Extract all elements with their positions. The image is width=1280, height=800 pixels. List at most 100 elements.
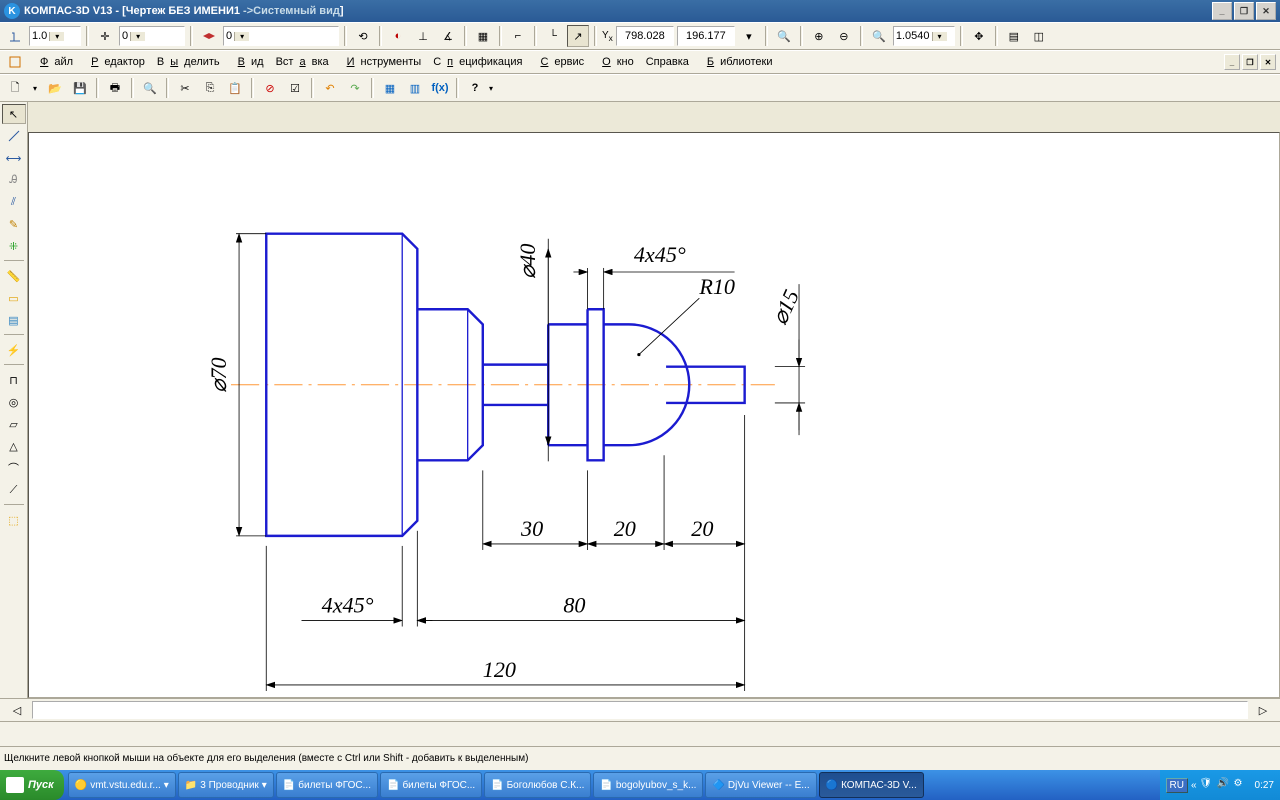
print-icon[interactable]: 🖶 bbox=[104, 77, 126, 99]
vt-text-icon[interactable]: Ꭿ bbox=[2, 170, 26, 190]
task-item[interactable]: 📄bogolyubov_s_k... bbox=[593, 772, 703, 798]
vt-ruler-icon[interactable]: 📏 bbox=[2, 266, 26, 286]
vt-g5-icon[interactable]: ⌒ bbox=[2, 458, 26, 478]
vt-g2-icon[interactable]: ◎ bbox=[2, 392, 26, 412]
tray-expand-icon[interactable]: « bbox=[1191, 780, 1197, 791]
vt-hatch-icon[interactable]: ⫽ bbox=[2, 192, 26, 212]
menu-tools[interactable]: Инструменты bbox=[335, 54, 428, 70]
layer-input[interactable]: 0▾ bbox=[223, 26, 339, 46]
standard-toolbar: 🗋▾ 📂 💾 🖶 🔍 ✂ ⎘ 📋 ⊘ ☑ ↶ ↷ ▦ ▥ f(x) ?▾ bbox=[0, 74, 1280, 102]
vt-g3-icon[interactable]: ▱ bbox=[2, 414, 26, 434]
mdi-min-button[interactable]: _ bbox=[1224, 54, 1240, 70]
help-icon[interactable]: ? bbox=[464, 77, 486, 99]
speed-max-icon[interactable]: ▷ bbox=[1252, 699, 1274, 721]
tray-icon[interactable]: 🛡 bbox=[1200, 778, 1214, 792]
vt-break-icon[interactable]: ⚡ bbox=[2, 340, 26, 360]
cut-icon[interactable]: ✂ bbox=[174, 77, 196, 99]
round-icon[interactable]: ↗ bbox=[567, 25, 589, 47]
cancel-icon[interactable]: ⊘ bbox=[259, 77, 281, 99]
start-button[interactable]: Пуск bbox=[0, 770, 64, 800]
fx-icon[interactable]: f(x) bbox=[429, 77, 451, 99]
minimize-button[interactable]: _ bbox=[1212, 2, 1232, 20]
mode1-icon[interactable]: ⟲ bbox=[352, 25, 374, 47]
vt-sheet-icon[interactable]: ▭ bbox=[2, 288, 26, 308]
vt-edit-icon[interactable]: ✎ bbox=[2, 214, 26, 234]
views-icon[interactable]: ▤ bbox=[1003, 25, 1025, 47]
menu-help[interactable]: Справка bbox=[640, 54, 695, 70]
redo-icon[interactable]: ↷ bbox=[344, 77, 366, 99]
y-readout[interactable]: 196.177 bbox=[677, 26, 735, 46]
save-icon[interactable]: 💾 bbox=[69, 77, 91, 99]
vt-g1-icon[interactable]: ⊓ bbox=[2, 370, 26, 390]
zoom-input[interactable]: 1.0540▾ bbox=[893, 26, 955, 46]
zoom-in-icon[interactable]: ⊕ bbox=[808, 25, 830, 47]
preview-icon[interactable]: 🔍 bbox=[139, 77, 161, 99]
lib1-icon[interactable]: ▦ bbox=[379, 77, 401, 99]
menu-libs[interactable]: Библиотеки bbox=[695, 54, 779, 70]
zoom-region-icon[interactable]: 🔍 bbox=[868, 25, 890, 47]
open-icon[interactable]: 📂 bbox=[44, 77, 66, 99]
angle-icon[interactable]: ∡ bbox=[437, 25, 459, 47]
step-icon[interactable] bbox=[4, 25, 26, 47]
task-item[interactable]: 📄билеты ФГОС... bbox=[380, 772, 482, 798]
dim-30: 30 bbox=[520, 516, 543, 541]
vt-line-icon[interactable] bbox=[2, 126, 26, 146]
ortho-icon[interactable]: ⊥ bbox=[412, 25, 434, 47]
grid-icon[interactable]: ▦ bbox=[472, 25, 494, 47]
menu-file[interactable]: Файл bbox=[28, 54, 79, 70]
speed-track[interactable] bbox=[32, 701, 1248, 719]
new-dd[interactable]: ▾ bbox=[29, 77, 41, 99]
speed-min-icon[interactable]: ◁ bbox=[6, 699, 28, 721]
menu-window[interactable]: Окно bbox=[590, 54, 640, 70]
menu-edit[interactable]: Редактор bbox=[79, 54, 151, 70]
pan-icon[interactable]: ✥ bbox=[968, 25, 990, 47]
props-icon[interactable]: ☑ bbox=[284, 77, 306, 99]
lang-indicator[interactable]: RU bbox=[1166, 778, 1188, 793]
magnet-icon[interactable]: ◐ bbox=[387, 25, 409, 47]
ortho2-icon[interactable]: └ bbox=[542, 25, 564, 47]
layer-icon[interactable] bbox=[198, 25, 220, 47]
paste-icon[interactable]: 📋 bbox=[224, 77, 246, 99]
copy-icon[interactable]: ⎘ bbox=[199, 77, 221, 99]
mdi-close-button[interactable]: ✕ bbox=[1260, 54, 1276, 70]
drawing-canvas[interactable]: ⌀70 ⌀40 ⌀15 4x45° R10 30 20 20 4x45° 80 … bbox=[28, 132, 1280, 698]
scale-input[interactable]: 1.0▾ bbox=[29, 26, 81, 46]
task-item[interactable]: 🟡vmt.vstu.edu.r...▾ bbox=[68, 772, 176, 798]
menu-service[interactable]: Сервис bbox=[528, 54, 590, 70]
system-tray[interactable]: RU « 🛡 🔊 ⚙ 0:27 bbox=[1160, 770, 1280, 800]
tray-clock[interactable]: 0:27 bbox=[1255, 780, 1274, 791]
zoom-fit-icon[interactable]: 🔍 bbox=[773, 25, 795, 47]
menu-view[interactable]: Вид bbox=[226, 54, 270, 70]
menu-insert[interactable]: Вставка bbox=[270, 54, 335, 70]
vt-spec-icon[interactable]: ▤ bbox=[2, 310, 26, 330]
x-readout[interactable]: 798.028 bbox=[616, 26, 674, 46]
lcs-icon[interactable]: ⌐ bbox=[507, 25, 529, 47]
vt-g6-icon[interactable]: ⟋ bbox=[2, 480, 26, 500]
vt-g7-icon[interactable]: ⬚ bbox=[2, 510, 26, 530]
vt-dim-icon[interactable]: ⟷ bbox=[2, 148, 26, 168]
task-item-active[interactable]: 🔵КОМПАС-3D V... bbox=[819, 772, 924, 798]
form-icon[interactable] bbox=[4, 51, 26, 73]
vt-select-icon[interactable]: ↖ bbox=[2, 104, 26, 124]
menu-select[interactable]: Выделить bbox=[151, 54, 226, 70]
mdi-restore-button[interactable]: ❐ bbox=[1242, 54, 1258, 70]
step-input[interactable]: 0▾ bbox=[119, 26, 185, 46]
close-button[interactable]: ✕ bbox=[1256, 2, 1276, 20]
menu-spec[interactable]: Спецификация bbox=[427, 54, 528, 70]
task-item[interactable]: 🔷DjVu Viewer -- E... bbox=[705, 772, 816, 798]
task-item[interactable]: 📄Боголюбов С.К... bbox=[484, 772, 591, 798]
new-icon[interactable]: 🗋 bbox=[4, 77, 26, 99]
tray-icon[interactable]: ⚙ bbox=[1234, 778, 1248, 792]
vt-param-icon[interactable]: ⁜ bbox=[2, 236, 26, 256]
xy-dd-icon[interactable]: ▾ bbox=[738, 25, 760, 47]
task-item[interactable]: 📄билеты ФГОС... bbox=[276, 772, 378, 798]
lib2-icon[interactable]: ▥ bbox=[404, 77, 426, 99]
task-item[interactable]: 📁3 Проводник▾ bbox=[178, 772, 274, 798]
maximize-button[interactable]: ❐ bbox=[1234, 2, 1254, 20]
zoom-out-icon[interactable]: ⊖ bbox=[833, 25, 855, 47]
tray-icon[interactable]: 🔊 bbox=[1217, 778, 1231, 792]
refresh-icon[interactable]: ◫ bbox=[1028, 25, 1050, 47]
undo-icon[interactable]: ↶ bbox=[319, 77, 341, 99]
snap-icon[interactable]: ✛ bbox=[94, 25, 116, 47]
vt-g4-icon[interactable]: △ bbox=[2, 436, 26, 456]
